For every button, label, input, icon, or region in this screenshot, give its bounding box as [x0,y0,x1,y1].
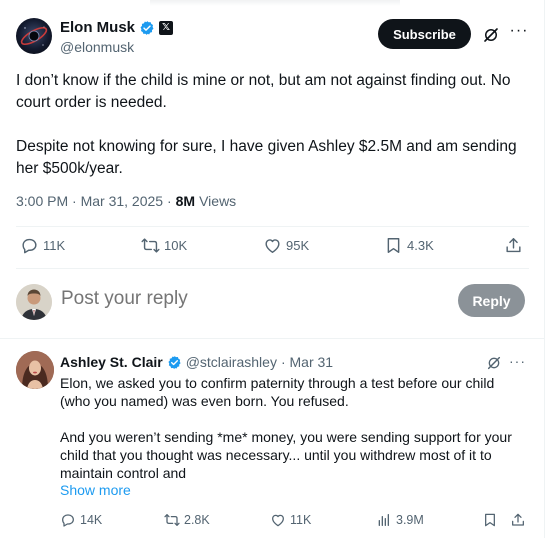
reply-count: 14K [80,513,103,527]
reply-author-name[interactable]: Ashley St. Clair [60,354,163,370]
repost-count: 2.8K [184,513,210,527]
more-icon[interactable]: ··· [509,23,529,44]
like-icon [265,239,280,253]
bookmark-icon [485,513,495,527]
share-icon [506,238,521,253]
author-handle[interactable]: @elonmusk [60,39,134,55]
reply-date[interactable]: · Mar 31 [281,354,333,370]
reply-icon [22,238,37,254]
reply-action-bar: 14K 2.8K 11K 3.9M [60,512,526,530]
share-icon [512,513,524,526]
tweet-paragraph: Despite not knowing for sure, I have giv… [16,138,517,177]
reply-action[interactable]: 11K [20,236,65,255]
x-affiliate-icon[interactable]: 𝕏 [159,20,174,35]
bookmark-icon [387,238,400,253]
grok-icon[interactable] [486,355,502,371]
tweet-meta: 3:00 PM · Mar 31, 2025 · 8M Views [16,193,236,209]
views-action[interactable]: 3.9M [376,512,424,528]
reply-icon [62,514,74,527]
tweet-paragraph: I don’t know if the child is mine or not… [16,72,511,111]
bookmark-action[interactable]: 4.3K [384,236,434,255]
verified-badge-icon [168,355,181,369]
verified-badge-icon [140,20,154,35]
reply-paragraph: Elon, we asked you to confirm paternity … [60,375,495,409]
reply-input[interactable] [61,288,361,310]
divider [16,268,529,269]
tweet-action-bar: 11K 10K 95K 4.3K [20,236,525,258]
show-more-link[interactable]: Show more [60,482,131,498]
divider [0,338,544,339]
share-action[interactable] [510,512,526,528]
like-count: 95K [286,238,310,253]
tweet-text: I don’t know if the child is mine or not… [16,70,528,202]
grok-icon[interactable] [482,26,500,44]
repost-count: 10K [164,238,188,253]
tweet-detail: Elon Musk 𝕏 @elonmusk Subscribe ··· I do… [0,0,545,538]
like-action[interactable]: 11K [270,512,311,528]
reply-composer: Reply [16,282,529,322]
author-name-row: Elon Musk 𝕏 [60,19,174,36]
reply-action[interactable]: 14K [60,512,102,528]
reply-author-handle[interactable]: @stclairashley [186,354,277,370]
repost-action[interactable]: 10K [141,236,187,255]
repost-icon [164,514,180,526]
more-icon[interactable]: ··· [509,353,526,369]
share-action[interactable] [504,236,523,255]
repost-action[interactable]: 2.8K [164,512,210,528]
author-name[interactable]: Elon Musk [60,19,135,36]
like-icon [272,514,284,527]
my-avatar[interactable] [16,284,52,320]
reply-button[interactable]: Reply [458,284,525,317]
reply-author-avatar[interactable] [16,351,54,389]
author-avatar[interactable] [16,18,52,54]
like-count: 11K [290,513,312,527]
tweet-header: Elon Musk 𝕏 @elonmusk Subscribe ··· [16,18,529,58]
views-label: Views [199,193,237,209]
subscribe-button[interactable]: Subscribe [378,19,471,49]
tweet-timestamp[interactable]: 3:00 PM · Mar 31, 2025 · [16,193,172,209]
views-count: 3.9M [396,513,424,527]
views-count: 8M [175,193,196,209]
divider [16,226,529,227]
bookmark-action[interactable] [482,512,498,528]
reply-count: 11K [43,238,66,253]
like-action[interactable]: 95K [263,236,309,255]
repost-icon [141,238,160,253]
reply-author-row: Ashley St. Clair @stclairashley · Mar 31 [60,354,333,370]
bookmark-count: 4.3K [407,238,434,253]
views-icon [378,514,389,526]
reply-paragraph: And you weren’t sending *me* money, you … [60,429,512,481]
top-shadow [150,0,400,6]
